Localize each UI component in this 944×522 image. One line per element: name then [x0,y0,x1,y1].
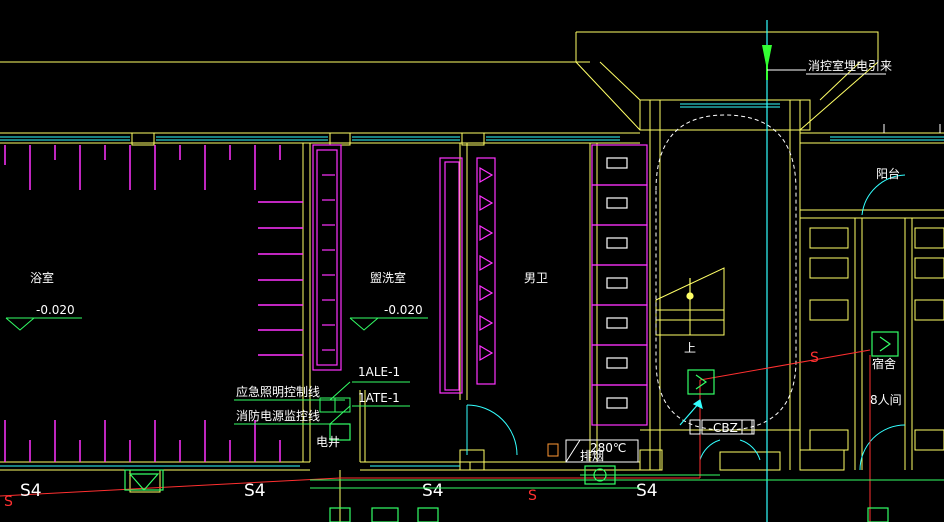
cable-shaft-label: 电井 [316,435,340,449]
circuit-label-s4-right: S4 [636,481,658,501]
urinal-row [476,157,496,385]
room-label-mens-toilet: 男卫 [524,271,548,285]
floor-plan-svg: -0.020 -0.020 浴室 盥洗室 男卫 阳台 宿舍 8人间 上 消控室埋… [0,20,944,522]
leader-to-cbz [679,399,703,426]
toilet-stalls [591,144,648,426]
exhaust-fan-label: 排烟 [580,449,604,463]
emergency-lighting-note: 应急照明控制线 [236,384,320,399]
cad-drawing-canvas[interactable]: -0.020 -0.020 浴室 盥洗室 男卫 阳台 宿舍 8人间 上 消控室埋… [0,0,944,522]
room-label-balcony: 阳台 [876,166,900,181]
stair-light [686,278,694,300]
equipment-boxes [124,331,899,522]
fire-control-cable-riser [762,20,886,522]
level-washroom: -0.020 [384,303,423,317]
circuit-label-s-1: S [4,494,13,510]
dorm-window-stubs [883,124,941,133]
level-marker-bathroom [5,317,82,331]
fire-control-cable-note: 消控室埋电引来 [808,58,892,73]
walls [0,31,944,522]
stair-up-label: 上 [684,341,696,355]
level-marker-washroom [349,317,428,331]
circuit-label-s4-mid-1: S4 [244,481,266,501]
room-label-dormitory: 宿舍 [872,356,896,371]
circuit-label-s4-mid-2: S4 [422,481,444,501]
corridor-cables [310,474,944,489]
fire-power-monitor-note: 消防电源监控线 [236,408,320,423]
stair-landing-outline [655,114,797,431]
window-strips [0,103,944,467]
washroom-basin-counter [312,144,463,394]
lighting-panel-label: 1ALE-1 [358,365,400,379]
level-bathroom: -0.020 [36,303,75,317]
circuit-label-s-3: S [810,350,819,366]
cbz-box-label: CBZ [713,421,738,435]
circuit-label-s-2: S [528,488,537,504]
room-label-bathroom: 浴室 [30,270,54,285]
transfer-panel-label: 1ATE-1 [358,391,400,405]
room-label-washroom: 盥洗室 [370,270,406,285]
room-label-dorm-capacity: 8人间 [870,393,902,407]
circuit-label-s4-left: S4 [20,481,42,501]
door-swings [466,174,906,471]
